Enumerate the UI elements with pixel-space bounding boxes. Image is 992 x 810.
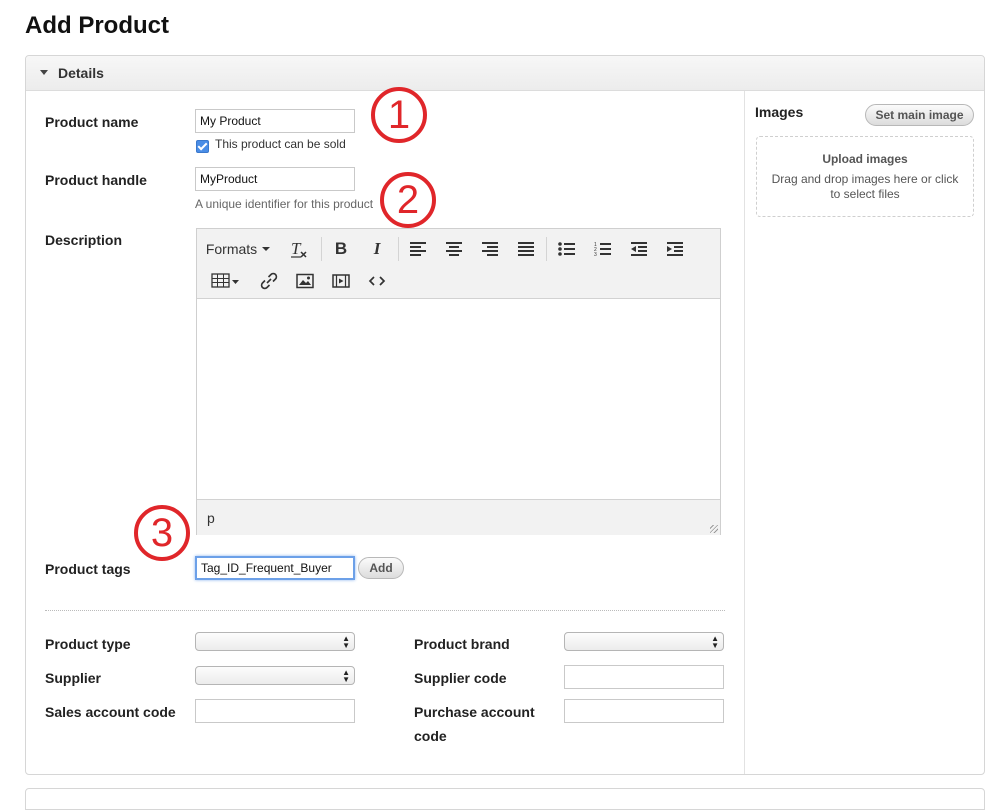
product-handle-input[interactable] — [195, 167, 355, 191]
formats-label: Formats — [205, 241, 258, 257]
upload-dropzone[interactable]: Upload images Drag and drop images here … — [756, 136, 974, 217]
can-be-sold-label: This product can be sold — [215, 137, 346, 151]
description-editor: Formats T B I 1 2 3 p — [196, 228, 721, 535]
product-type-select[interactable]: ▲ ▼ — [195, 632, 355, 651]
purchase-account-code-label-cont: code — [414, 728, 447, 744]
details-panel: Details Product name This product can be… — [25, 55, 985, 775]
callout-1: 1 — [371, 87, 427, 143]
numbered-list-icon[interactable]: 123 — [590, 238, 616, 260]
image-icon[interactable] — [292, 270, 318, 292]
sales-account-code-label: Sales account code — [45, 704, 176, 720]
images-sidebar: Images Set main image Upload images Drag… — [744, 91, 985, 774]
product-handle-label: Product handle — [45, 172, 147, 188]
editor-status-bar: p — [197, 499, 720, 535]
supplier-label: Supplier — [45, 670, 102, 686]
outdent-icon[interactable] — [626, 238, 652, 260]
supplier-select[interactable]: ▲ ▼ — [195, 666, 355, 685]
align-center-icon[interactable] — [441, 238, 467, 260]
description-label: Description — [45, 232, 123, 248]
source-code-icon[interactable] — [364, 270, 390, 292]
indent-icon[interactable] — [662, 238, 688, 260]
product-brand-select[interactable]: ▲ ▼ — [564, 632, 724, 651]
callout-2: 2 — [380, 172, 436, 228]
purchase-account-code-input[interactable] — [564, 699, 724, 723]
product-name-label: Product name — [45, 114, 139, 130]
product-tags-input[interactable] — [195, 556, 355, 580]
callout-3: 3 — [134, 505, 190, 561]
element-path[interactable]: p — [207, 510, 215, 526]
resize-handle-icon[interactable] — [710, 525, 718, 533]
details-panel-header[interactable]: Details — [26, 56, 984, 91]
section-divider — [45, 610, 725, 611]
upload-description: Drag and drop images here or click to se… — [771, 172, 959, 201]
images-title: Images — [755, 104, 804, 120]
add-tag-button[interactable]: Add — [358, 557, 404, 579]
product-type-label: Product type — [45, 636, 131, 652]
product-name-input[interactable] — [195, 109, 355, 133]
product-handle-hint: A unique identifier for this product — [195, 197, 374, 211]
bold-icon[interactable]: B — [328, 238, 354, 260]
sales-account-code-input[interactable] — [195, 699, 355, 723]
upload-title: Upload images — [822, 152, 908, 166]
product-brand-label: Product brand — [414, 636, 510, 652]
supplier-code-input[interactable] — [564, 665, 724, 689]
select-arrows-icon: ▲ ▼ — [342, 668, 350, 684]
editor-toolbar: Formats T B I 1 2 3 — [197, 229, 720, 299]
select-arrows-icon: ▲ ▼ — [711, 634, 719, 650]
select-arrows-icon: ▲ ▼ — [342, 634, 350, 650]
caret-down-icon[interactable] — [40, 70, 48, 75]
align-left-icon[interactable] — [405, 238, 431, 260]
page-title: Add Product — [25, 12, 169, 39]
can-be-sold-checkbox[interactable] — [196, 140, 209, 153]
svg-text:3: 3 — [594, 252, 597, 257]
formats-dropdown[interactable]: Formats — [203, 238, 273, 260]
link-icon[interactable] — [256, 270, 282, 292]
media-icon[interactable] — [328, 270, 354, 292]
svg-text:T: T — [291, 239, 302, 258]
bullet-list-icon[interactable] — [554, 238, 580, 260]
product-tags-label: Product tags — [45, 561, 131, 577]
table-icon[interactable] — [209, 270, 243, 292]
italic-icon[interactable]: I — [364, 238, 390, 260]
chevron-down-icon — [262, 247, 271, 251]
details-panel-title[interactable]: Details — [58, 65, 104, 81]
clear-formatting-icon[interactable]: T — [286, 238, 312, 260]
next-panel — [25, 788, 985, 810]
align-right-icon[interactable] — [477, 238, 503, 260]
purchase-account-code-label: Purchase account — [414, 704, 535, 720]
align-justify-icon[interactable] — [513, 238, 539, 260]
supplier-code-label: Supplier code — [414, 670, 507, 686]
set-main-image-button[interactable]: Set main image — [865, 104, 974, 126]
editor-content-area[interactable] — [197, 299, 720, 499]
